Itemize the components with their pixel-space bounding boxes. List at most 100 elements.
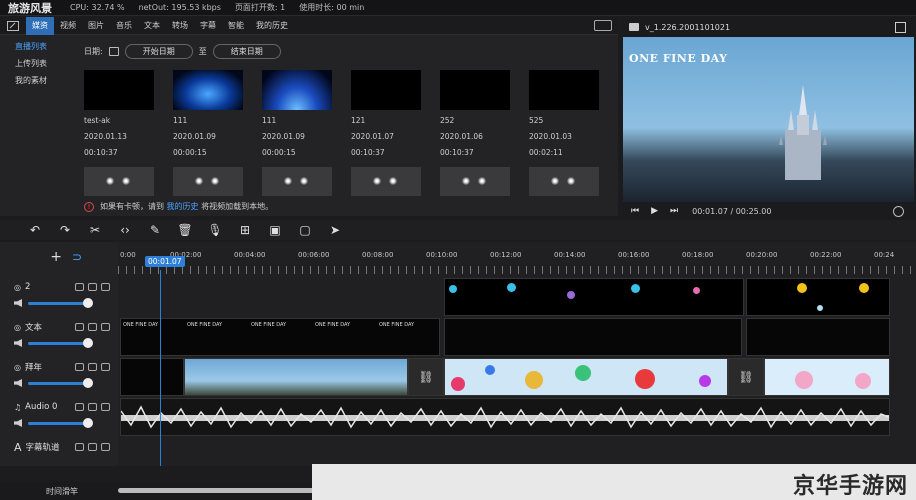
volume-slider[interactable]	[28, 297, 93, 308]
media-thumbnail[interactable]	[440, 70, 510, 110]
media-preview-thumbnail[interactable]	[529, 167, 599, 196]
media-card[interactable]: 121 2020.01.07 00:10:37	[351, 70, 423, 196]
sidebar-item-my-assets[interactable]: 我的素材	[0, 70, 72, 87]
lock-icon[interactable]	[75, 363, 84, 371]
split-icon[interactable]: ✂	[80, 221, 110, 239]
eye-icon[interactable]	[88, 403, 97, 411]
delete-icon[interactable]: 🗑	[170, 221, 200, 239]
media-card[interactable]: 525 2020.01.03 00:02:11	[529, 70, 601, 196]
media-preview-thumbnail[interactable]	[440, 167, 510, 196]
timeline-clip[interactable]	[184, 358, 408, 396]
playhead-time[interactable]: 00:01.07	[145, 256, 185, 267]
preview-video[interactable]: ONE FINE DAY	[623, 37, 914, 202]
timeline-clip[interactable]	[444, 358, 728, 396]
fullscreen-icon[interactable]	[895, 21, 906, 33]
magnet-icon[interactable]: ⊃	[72, 250, 82, 264]
lock-icon[interactable]	[75, 323, 84, 331]
keyboard-icon[interactable]	[594, 20, 612, 31]
timeline-clip[interactable]	[120, 358, 184, 396]
save-as-icon[interactable]: ▢	[290, 221, 320, 239]
media-tabs: 媒资 视频 图片 音乐 文本 转场 字幕 智能 我的历史	[0, 16, 618, 35]
tab-subtitle[interactable]: 字幕	[194, 17, 222, 35]
eye-icon[interactable]	[88, 443, 97, 451]
add-box-icon[interactable]: ⊞	[230, 221, 260, 239]
lock-icon[interactable]	[75, 443, 84, 451]
eye-icon[interactable]	[88, 363, 97, 371]
media-thumbnail[interactable]	[84, 70, 154, 110]
tab-transition[interactable]: 转场	[166, 17, 194, 35]
tab-video[interactable]: 视频	[54, 17, 82, 35]
next-frame-icon[interactable]: ⏭	[670, 206, 678, 216]
start-date-input[interactable]: 开始日期	[124, 43, 193, 59]
media-thumbnail[interactable]	[262, 70, 332, 110]
media-preview-thumbnail[interactable]	[262, 167, 332, 196]
save-icon[interactable]: ▣	[260, 221, 290, 239]
transition-clip[interactable]: ⛓	[728, 358, 764, 396]
end-date-input[interactable]: 结束日期	[212, 43, 281, 59]
play-icon[interactable]: ▶	[651, 206, 658, 216]
transition-clip[interactable]: ⛓	[408, 358, 444, 396]
volume-knob[interactable]	[83, 377, 93, 388]
volume-knob[interactable]	[83, 337, 93, 348]
volume-slider[interactable]	[28, 337, 93, 348]
tab-smart[interactable]: 智能	[222, 17, 250, 35]
media-thumbnail[interactable]	[173, 70, 243, 110]
style-icon[interactable]	[101, 443, 110, 451]
pen-icon[interactable]: ✎	[140, 221, 170, 239]
sidebar-item-live[interactable]: 直播列表	[0, 36, 72, 53]
volume-knob[interactable]	[83, 297, 93, 308]
eye-icon[interactable]	[88, 323, 97, 331]
clip-label: ONE FINE DAY	[123, 322, 159, 328]
tab-history[interactable]: 我的历史	[250, 17, 294, 35]
timeline-clip[interactable]	[746, 278, 890, 316]
eye-icon[interactable]	[88, 283, 97, 291]
menu-icon[interactable]	[101, 323, 110, 331]
time-ruler[interactable]: 0:00 00:02:00 00:04:00 00:06:00 00:08:00…	[118, 242, 916, 278]
menu-icon[interactable]	[101, 403, 110, 411]
loop-icon[interactable]	[893, 205, 904, 217]
media-card[interactable]: 111 2020.01.09 00:00:15	[173, 70, 245, 196]
media-thumbnail[interactable]	[529, 70, 599, 110]
video-overlay-title: ONE FINE DAY	[629, 52, 728, 65]
media-thumbnail[interactable]	[351, 70, 421, 110]
tab-image[interactable]: 图片	[82, 17, 110, 35]
timeline-clip[interactable]: ONE FINE DAY ONE FINE DAY ONE FINE DAY O…	[120, 318, 440, 356]
undo-icon[interactable]: ↶	[20, 221, 50, 239]
audio-clip[interactable]	[120, 398, 890, 436]
media-card[interactable]: 252 2020.01.06 00:10:37	[440, 70, 512, 196]
cpu-stat: CPU: 32.74 %	[70, 3, 125, 12]
tab-media[interactable]: 媒资	[26, 16, 54, 35]
timeline-clip[interactable]	[444, 318, 742, 356]
playhead[interactable]	[160, 270, 161, 466]
volume-slider[interactable]	[28, 417, 93, 428]
track-header: A 字幕轨道	[0, 438, 118, 478]
sidebar-item-upload[interactable]: 上传列表	[0, 53, 72, 70]
tab-text[interactable]: 文本	[138, 17, 166, 35]
volume-slider[interactable]	[28, 377, 93, 388]
timeline-clip[interactable]	[444, 278, 744, 316]
code-icon[interactable]: ‹›	[110, 221, 140, 239]
menu-icon[interactable]	[101, 363, 110, 371]
history-link[interactable]: 我的历史	[167, 202, 199, 211]
media-preview-thumbnail[interactable]	[84, 167, 154, 196]
prev-frame-icon[interactable]: ⏮	[631, 206, 639, 216]
tab-music[interactable]: 音乐	[110, 17, 138, 35]
volume-knob[interactable]	[83, 417, 93, 428]
media-card[interactable]: test-ak 2020.01.13 00:10:37	[84, 70, 156, 196]
add-track-icon[interactable]: +	[50, 249, 62, 265]
media-card[interactable]: 111 2020.01.09 00:00:15	[262, 70, 334, 196]
send-icon[interactable]: ➤	[320, 221, 350, 239]
text-icon: A	[14, 440, 22, 454]
redo-icon[interactable]: ↷	[50, 221, 80, 239]
lock-icon[interactable]	[75, 283, 84, 291]
lock-icon[interactable]	[75, 403, 84, 411]
media-preview-thumbnail[interactable]	[351, 167, 421, 196]
ruler-label: 00:10:00	[426, 251, 458, 259]
media-preview-thumbnail[interactable]	[173, 167, 243, 196]
timeline-clip[interactable]	[746, 318, 890, 356]
net-stat: netOut: 195.53 kbps	[138, 3, 221, 12]
timeline-clip[interactable]	[764, 358, 890, 396]
edit-icon[interactable]	[6, 20, 20, 32]
microphone-icon[interactable]: 🎙	[200, 221, 230, 239]
menu-icon[interactable]	[101, 283, 110, 291]
